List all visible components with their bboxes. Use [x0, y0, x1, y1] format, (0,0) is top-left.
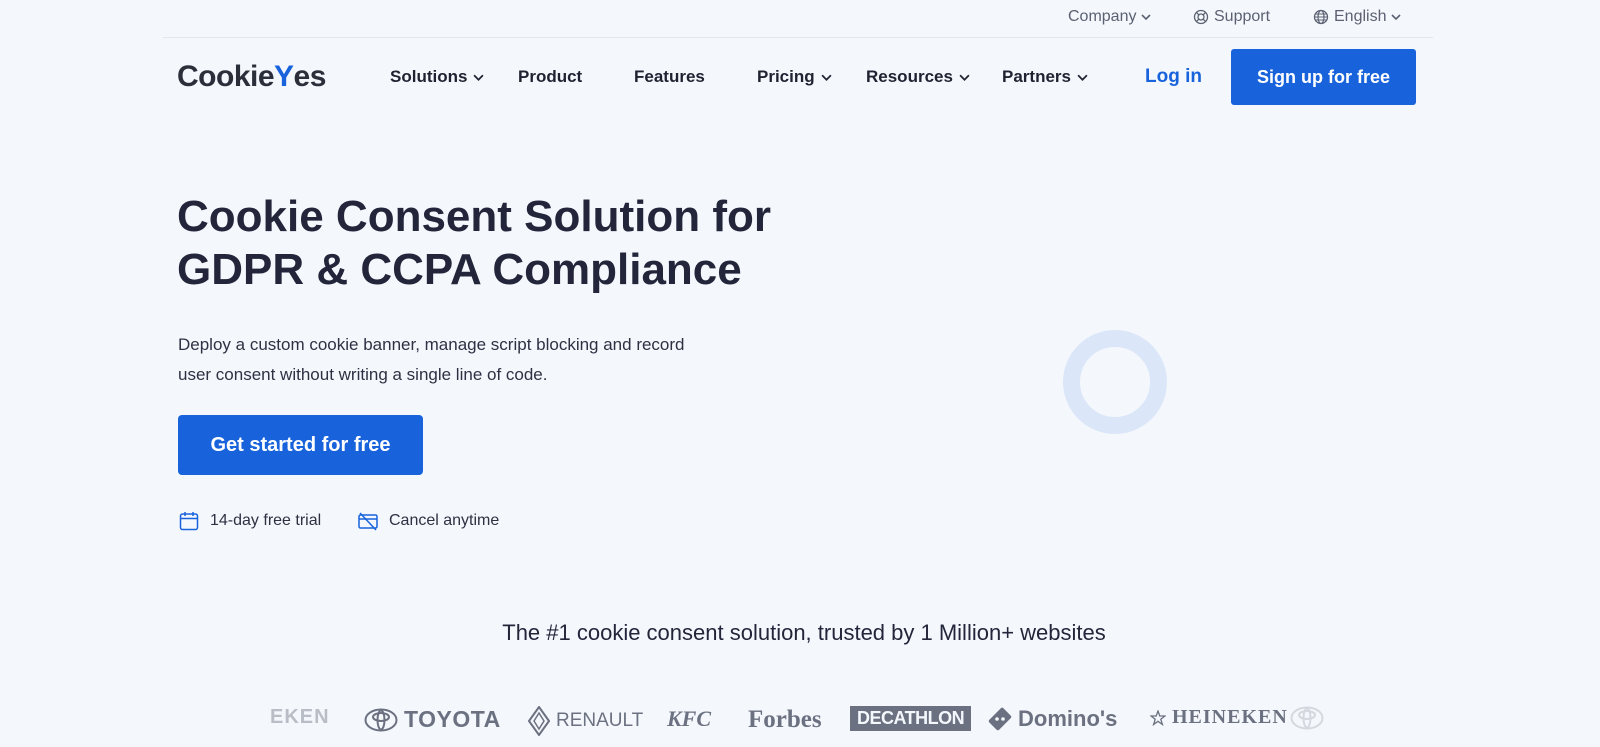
- globe-icon: [1313, 9, 1329, 25]
- chevron-down-icon: [1391, 14, 1402, 21]
- heineken-wordmark: HEINEKEN: [1172, 706, 1288, 728]
- nav-product[interactable]: Product: [518, 67, 582, 87]
- chevron-down-icon: [1141, 14, 1152, 21]
- nav-pricing[interactable]: Pricing: [757, 67, 832, 87]
- chevron-down-icon: [959, 74, 970, 81]
- perk-trial-label: 14-day free trial: [210, 512, 322, 529]
- support-link[interactable]: Support: [1193, 8, 1270, 26]
- nav-solutions-label: Solutions: [390, 67, 468, 86]
- decathlon-logo: DECATHLON: [850, 706, 972, 731]
- loading-spinner: [1063, 330, 1167, 434]
- calendar-icon: [179, 512, 199, 531]
- toyota-logo: TOYOTA: [364, 706, 501, 733]
- toyota-emblem-icon: [364, 708, 398, 731]
- trust-headline: The #1 cookie consent solution, trusted …: [502, 620, 1106, 645]
- nav-features[interactable]: Features: [634, 67, 705, 87]
- perk-free-trial: 14-day free trial: [178, 510, 321, 532]
- forbes-logo: Forbes: [748, 706, 822, 733]
- toyota-logo-partial: [1290, 706, 1324, 730]
- card-cancel-icon: [358, 512, 378, 531]
- company-menu[interactable]: Company: [1068, 8, 1152, 26]
- heineken-logo-partial: EKEN: [270, 706, 330, 728]
- hero-title-line2: GDPR & CCPA Compliance: [177, 245, 742, 294]
- perk-cancel-label: Cancel anytime: [389, 512, 500, 529]
- support-label: Support: [1214, 8, 1271, 25]
- nav-resources[interactable]: Resources: [866, 67, 970, 87]
- hero-title-line1: Cookie Consent Solution for: [177, 192, 771, 241]
- signup-button[interactable]: Sign up for free: [1231, 49, 1416, 105]
- logo-text-end: es: [293, 60, 327, 93]
- nav-solutions[interactable]: Solutions: [390, 67, 484, 87]
- toyota-emblem-icon: [1290, 706, 1324, 730]
- heineken-logo: HEINEKEN: [1150, 706, 1288, 729]
- customer-logos: EKEN TOYOTA RENAULT KFC Forbes DECATHLON…: [270, 706, 1330, 740]
- language-select[interactable]: English: [1313, 8, 1402, 26]
- hero-desc-line2: user consent without writing a single li…: [178, 365, 548, 384]
- chevron-down-icon: [1077, 74, 1088, 81]
- renault-logo: RENAULT: [528, 706, 643, 736]
- chevron-down-icon: [473, 74, 484, 81]
- logo-text-start: Cookie: [177, 60, 275, 93]
- star-icon: [1150, 709, 1166, 726]
- login-link[interactable]: Log in: [1145, 66, 1202, 88]
- dominos-logo: Domino's: [988, 706, 1117, 732]
- nav-pricing-label: Pricing: [757, 67, 815, 86]
- cookieyes-logo[interactable]: Cookie Yes: [177, 60, 326, 94]
- chevron-down-icon: [821, 74, 832, 81]
- lifebuoy-icon: [1193, 9, 1209, 25]
- get-started-button[interactable]: Get started for free: [178, 415, 423, 475]
- kfc-logo: KFC: [667, 706, 712, 731]
- hero-desc-line1: Deploy a custom cookie banner, manage sc…: [178, 335, 685, 354]
- nav-resources-label: Resources: [866, 67, 953, 86]
- hero-description: Deploy a custom cookie banner, manage sc…: [178, 330, 738, 390]
- company-label: Company: [1068, 8, 1137, 25]
- dominos-wordmark: Domino's: [1018, 706, 1118, 731]
- nav-partners-label: Partners: [1002, 67, 1071, 86]
- renault-diamond-icon: [528, 706, 550, 736]
- renault-wordmark: RENAULT: [556, 710, 644, 731]
- nav-features-label: Features: [634, 67, 705, 86]
- domino-tile-icon: [988, 707, 1012, 731]
- logo-check-letter: Y: [274, 60, 294, 93]
- nav-product-label: Product: [518, 67, 583, 86]
- perk-cancel-anytime: Cancel anytime: [357, 510, 499, 532]
- language-label: English: [1334, 8, 1387, 25]
- utility-bar: Company Support English: [163, 0, 1433, 38]
- toyota-wordmark: TOYOTA: [404, 706, 501, 732]
- hero-title: Cookie Consent Solution for GDPR & CCPA …: [177, 190, 897, 296]
- nav-partners[interactable]: Partners: [1002, 67, 1088, 87]
